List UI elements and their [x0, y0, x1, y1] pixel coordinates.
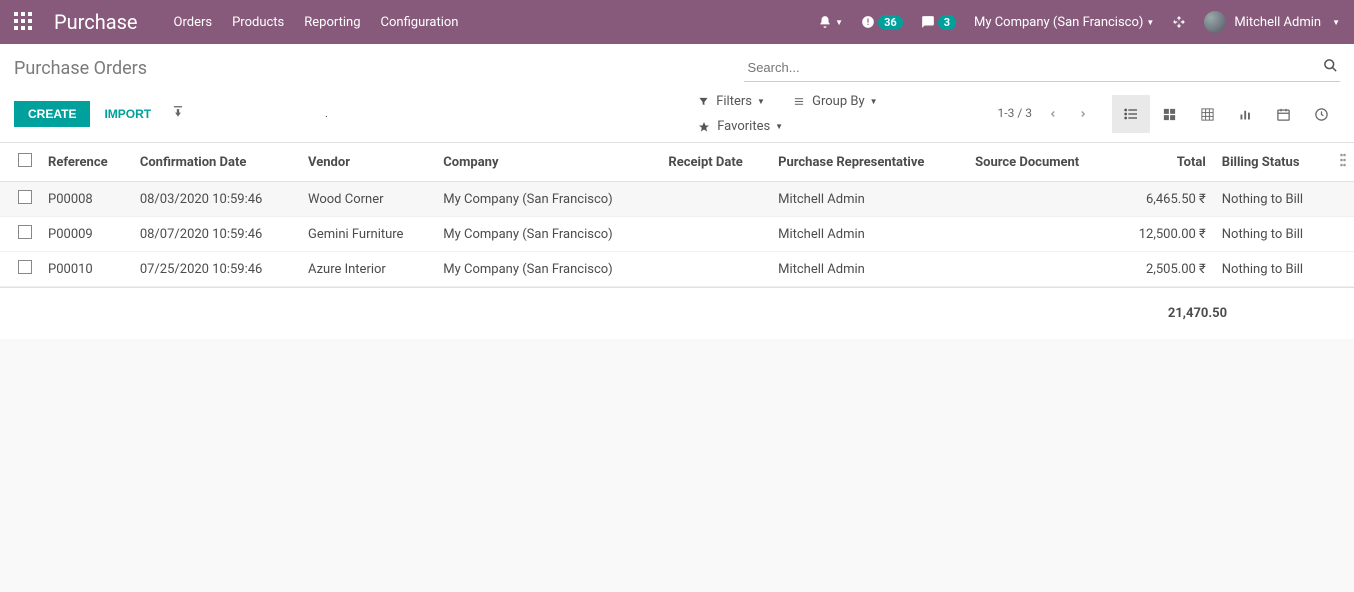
- view-grid[interactable]: [1188, 95, 1226, 133]
- view-activity[interactable]: [1302, 95, 1340, 133]
- cell-source-doc: [967, 252, 1113, 287]
- debug-icon[interactable]: [1172, 15, 1186, 29]
- view-calendar[interactable]: [1264, 95, 1302, 133]
- view-kanban[interactable]: [1150, 95, 1188, 133]
- col-company[interactable]: Company: [435, 143, 660, 182]
- main-menu: Orders Products Reporting Configuration: [174, 15, 459, 30]
- row-checkbox[interactable]: [18, 225, 32, 239]
- cell-total: 6,465.50 ₹: [1113, 182, 1214, 217]
- cell-receipt-date: [660, 182, 770, 217]
- avatar: [1204, 11, 1226, 33]
- groupby-label: Group By: [812, 94, 865, 109]
- messages-icon[interactable]: 3: [921, 15, 956, 30]
- cell-billing-status: Nothing to Bill: [1214, 217, 1332, 252]
- pager[interactable]: 1-3 / 3: [998, 106, 1032, 122]
- menu-orders[interactable]: Orders: [174, 15, 213, 30]
- col-purchase-rep[interactable]: Purchase Representative: [770, 143, 967, 182]
- navbar: Purchase Orders Products Reporting Confi…: [0, 0, 1354, 44]
- cell-vendor: Azure Interior: [300, 252, 435, 287]
- cell-reference: P00008: [40, 182, 132, 217]
- cell-confirmation-date: 07/25/2020 10:59:46: [132, 252, 300, 287]
- create-button[interactable]: CREATE: [14, 101, 90, 127]
- search-icon[interactable]: [1323, 58, 1338, 77]
- search-wrap: [744, 54, 1340, 82]
- cell-total: 12,500.00 ₹: [1113, 217, 1214, 252]
- filters-label: Filters: [716, 94, 752, 109]
- messages-badge: 3: [938, 15, 956, 30]
- nav-right: ▼ 36 3 My Company (San Francisco) ▼ Mitc…: [818, 11, 1340, 33]
- menu-products[interactable]: Products: [232, 15, 284, 30]
- menu-configuration[interactable]: Configuration: [381, 15, 459, 30]
- cell-purchase-rep: Mitchell Admin: [770, 252, 967, 287]
- download-icon[interactable]: [171, 105, 185, 123]
- table-row[interactable]: P0000808/03/2020 10:59:46Wood CornerMy C…: [0, 182, 1354, 217]
- table-header-row: Reference Confirmation Date Vendor Compa…: [0, 143, 1354, 182]
- col-billing-status[interactable]: Billing Status: [1214, 143, 1332, 182]
- favorites-menu[interactable]: Favorites ▼: [698, 119, 878, 134]
- purchase-orders-table: Reference Confirmation Date Vendor Compa…: [0, 143, 1354, 287]
- cell-vendor: Gemini Furniture: [300, 217, 435, 252]
- view-list[interactable]: [1112, 95, 1150, 133]
- col-reference[interactable]: Reference: [40, 143, 132, 182]
- cell-purchase-rep: Mitchell Admin: [770, 182, 967, 217]
- activity-icon[interactable]: 36: [861, 15, 903, 30]
- cell-company: My Company (San Francisco): [435, 217, 660, 252]
- cell-receipt-date: [660, 217, 770, 252]
- control-panel: Purchase Orders CREATE IMPORT . Filters …: [0, 44, 1354, 143]
- activity-badge: 36: [878, 15, 903, 30]
- row-checkbox[interactable]: [18, 260, 32, 274]
- col-confirmation-date[interactable]: Confirmation Date: [132, 143, 300, 182]
- cell-receipt-date: [660, 252, 770, 287]
- table-row[interactable]: P0001007/25/2020 10:59:46Azure InteriorM…: [0, 252, 1354, 287]
- company-selector[interactable]: My Company (San Francisco) ▼: [974, 15, 1154, 30]
- company-name: My Company (San Francisco): [974, 15, 1143, 30]
- pager-next[interactable]: [1068, 99, 1098, 129]
- col-options[interactable]: [1332, 143, 1354, 182]
- table-row[interactable]: P0000908/07/2020 10:59:46Gemini Furnitur…: [0, 217, 1354, 252]
- cell-billing-status: Nothing to Bill: [1214, 252, 1332, 287]
- cell-reference: P00009: [40, 217, 132, 252]
- separator-dot: .: [325, 109, 328, 120]
- cell-reference: P00010: [40, 252, 132, 287]
- col-total[interactable]: Total: [1113, 143, 1214, 182]
- col-vendor[interactable]: Vendor: [300, 143, 435, 182]
- cell-billing-status: Nothing to Bill: [1214, 182, 1332, 217]
- footer-total: 21,470.50: [0, 288, 1354, 339]
- table-wrap: Reference Confirmation Date Vendor Compa…: [0, 143, 1354, 288]
- breadcrumb: Purchase Orders: [14, 54, 147, 79]
- select-all-checkbox[interactable]: [18, 153, 32, 167]
- view-graph[interactable]: [1226, 95, 1264, 133]
- cell-source-doc: [967, 217, 1113, 252]
- cell-purchase-rep: Mitchell Admin: [770, 217, 967, 252]
- search-input[interactable]: [744, 54, 1340, 82]
- user-menu[interactable]: Mitchell Admin ▼: [1204, 11, 1340, 33]
- view-switcher: [1112, 95, 1340, 133]
- pager-prev[interactable]: [1038, 99, 1068, 129]
- cell-total: 2,505.00 ₹: [1113, 252, 1214, 287]
- cell-vendor: Wood Corner: [300, 182, 435, 217]
- grand-total: 21,470.50: [752, 288, 1235, 339]
- favorites-label: Favorites: [717, 119, 770, 134]
- groupby-menu[interactable]: Group By ▼: [793, 94, 878, 109]
- col-receipt-date[interactable]: Receipt Date: [660, 143, 770, 182]
- cell-confirmation-date: 08/07/2020 10:59:46: [132, 217, 300, 252]
- menu-reporting[interactable]: Reporting: [304, 15, 360, 30]
- cell-company: My Company (San Francisco): [435, 252, 660, 287]
- import-button[interactable]: IMPORT: [104, 107, 151, 121]
- cell-source-doc: [967, 182, 1113, 217]
- apps-icon[interactable]: [14, 12, 34, 32]
- user-name: Mitchell Admin: [1234, 15, 1321, 30]
- cell-company: My Company (San Francisco): [435, 182, 660, 217]
- app-title[interactable]: Purchase: [54, 10, 138, 34]
- col-source-doc[interactable]: Source Document: [967, 143, 1113, 182]
- notification-icon[interactable]: ▼: [818, 15, 843, 29]
- filters-menu[interactable]: Filters ▼: [698, 94, 765, 109]
- cell-confirmation-date: 08/03/2020 10:59:46: [132, 182, 300, 217]
- row-checkbox[interactable]: [18, 190, 32, 204]
